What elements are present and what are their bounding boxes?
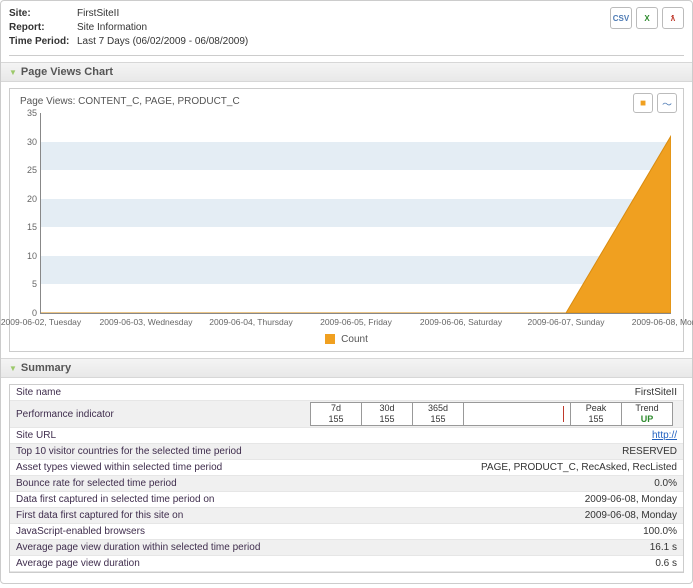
report-header: Site:FirstSiteII Report:Site Information… bbox=[9, 7, 684, 56]
summary-row: Asset types viewed within selected time … bbox=[10, 460, 683, 476]
summary-table: Site nameFirstSiteIIPerformance indicato… bbox=[9, 384, 684, 573]
export-buttons: CSV X ƛ bbox=[610, 7, 684, 29]
section-summary-title: ▼ Summary bbox=[1, 358, 692, 378]
y-tick: 10 bbox=[19, 251, 37, 261]
perf-cell: 30d155 bbox=[361, 402, 412, 426]
summary-row: Data first captured in selected time per… bbox=[10, 492, 683, 508]
site-url-link[interactable]: http:// bbox=[652, 430, 677, 441]
x-tick: 2009-06-03, Wednesday bbox=[100, 317, 193, 327]
chart-area-series bbox=[41, 113, 671, 313]
summary-value: 7d15530d155365d155 Peak155TrendUP bbox=[297, 401, 683, 427]
section-chart-title: ▼ Page Views Chart bbox=[1, 62, 692, 82]
export-pdf-button[interactable]: ƛ bbox=[662, 7, 684, 29]
y-tick: 30 bbox=[19, 137, 37, 147]
summary-value: PAGE, PRODUCT_C, RecAsked, RecListed bbox=[297, 461, 683, 474]
summary-label: JavaScript-enabled browsers bbox=[10, 525, 297, 538]
chart-bar-button[interactable]: ■ bbox=[633, 93, 653, 113]
site-value: FirstSiteII bbox=[77, 8, 119, 19]
summary-label: Site URL bbox=[10, 429, 297, 442]
summary-label: Bounce rate for selected time period bbox=[10, 477, 297, 490]
period-value: Last 7 Days (06/02/2009 - 06/08/2009) bbox=[77, 36, 248, 47]
summary-section-label: Summary bbox=[21, 362, 71, 374]
x-tick: 2009-06-08, Monday bbox=[632, 317, 693, 327]
summary-value: RESERVED bbox=[297, 445, 683, 458]
site-label: Site: bbox=[9, 7, 77, 21]
export-csv-button[interactable]: CSV bbox=[610, 7, 632, 29]
period-label: Time Period: bbox=[9, 35, 77, 49]
x-tick: 2009-06-04, Thursday bbox=[209, 317, 292, 327]
summary-label: Average page view duration bbox=[10, 557, 297, 570]
report-label: Report: bbox=[9, 21, 77, 35]
perf-cell: Peak155 bbox=[570, 402, 621, 426]
summary-row: First data first captured for this site … bbox=[10, 508, 683, 524]
summary-row: JavaScript-enabled browsers100.0% bbox=[10, 524, 683, 540]
summary-value: FirstSiteII bbox=[297, 386, 683, 399]
y-tick: 20 bbox=[19, 194, 37, 204]
perf-cell: 365d155 bbox=[412, 402, 463, 426]
export-xls-button[interactable]: X bbox=[636, 7, 658, 29]
y-tick: 35 bbox=[19, 108, 37, 118]
summary-label: Site name bbox=[10, 386, 297, 399]
summary-row: Bounce rate for selected time period0.0% bbox=[10, 476, 683, 492]
x-tick: 2009-06-02, Tuesday bbox=[1, 317, 81, 327]
chart-subtitle: Page Views: CONTENT_C, PAGE, PRODUCT_C bbox=[16, 94, 240, 113]
legend-label: Count bbox=[341, 334, 368, 345]
summary-value: http:// bbox=[297, 429, 683, 442]
summary-row: Average page view duration0.6 s bbox=[10, 556, 683, 572]
y-tick: 15 bbox=[19, 222, 37, 232]
summary-value: 0.6 s bbox=[297, 557, 683, 570]
summary-value: 2009-06-08, Monday bbox=[297, 509, 683, 522]
report-page: Site:FirstSiteII Report:Site Information… bbox=[0, 0, 693, 584]
collapse-icon[interactable]: ▼ bbox=[9, 68, 17, 77]
summary-row: Performance indicator 7d15530d155365d155 P… bbox=[10, 401, 683, 428]
perf-cell: TrendUP bbox=[621, 402, 673, 426]
summary-label: Performance indicator bbox=[10, 408, 297, 421]
perf-cell: 7d155 bbox=[310, 402, 361, 426]
report-value: Site Information bbox=[77, 22, 147, 33]
chart-plot-area: 051015202530352009-06-02, Tuesday2009-06… bbox=[40, 113, 671, 314]
summary-value: 16.1 s bbox=[297, 541, 683, 554]
summary-value: 0.0% bbox=[297, 477, 683, 490]
summary-label: Average page view duration within select… bbox=[10, 541, 297, 554]
summary-label: Data first captured in selected time per… bbox=[10, 493, 297, 506]
summary-label: First data first captured for this site … bbox=[10, 509, 297, 522]
summary-value: 2009-06-08, Monday bbox=[297, 493, 683, 506]
y-tick: 25 bbox=[19, 165, 37, 175]
summary-label: Asset types viewed within selected time … bbox=[10, 461, 297, 474]
chart-section-label: Page Views Chart bbox=[21, 66, 113, 78]
summary-row: Average page view duration within select… bbox=[10, 540, 683, 556]
chart-line-button[interactable]: 〜 bbox=[657, 93, 677, 113]
summary-row: Site URL http:// bbox=[10, 428, 683, 444]
chart-legend: Count bbox=[16, 328, 677, 345]
legend-swatch bbox=[325, 334, 335, 344]
y-tick: 5 bbox=[19, 279, 37, 289]
summary-row: Site nameFirstSiteII bbox=[10, 385, 683, 401]
perf-sparkline bbox=[463, 402, 570, 426]
chart-panel: Page Views: CONTENT_C, PAGE, PRODUCT_C ■… bbox=[9, 88, 684, 352]
x-tick: 2009-06-06, Saturday bbox=[420, 317, 502, 327]
x-tick: 2009-06-07, Sunday bbox=[527, 317, 604, 327]
summary-row: Top 10 visitor countries for the selecte… bbox=[10, 444, 683, 460]
header-meta: Site:FirstSiteII Report:Site Information… bbox=[9, 7, 248, 49]
summary-label: Top 10 visitor countries for the selecte… bbox=[10, 445, 297, 458]
collapse-icon[interactable]: ▼ bbox=[9, 364, 17, 373]
summary-value: 100.0% bbox=[297, 525, 683, 538]
x-tick: 2009-06-05, Friday bbox=[320, 317, 392, 327]
